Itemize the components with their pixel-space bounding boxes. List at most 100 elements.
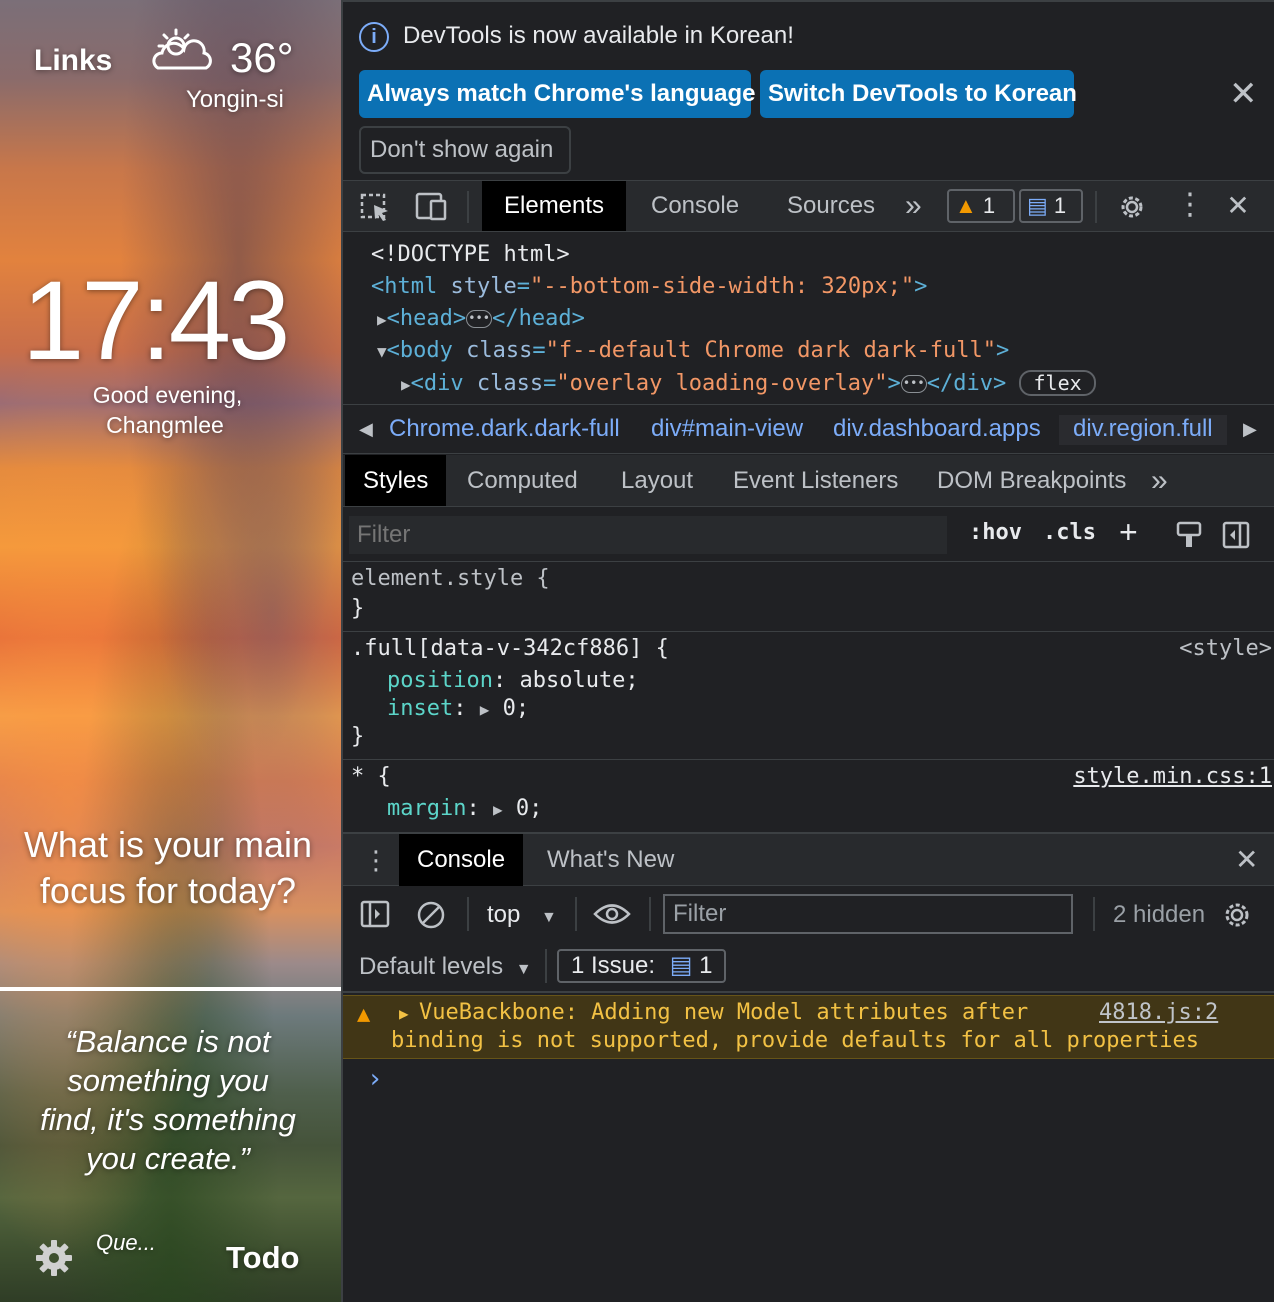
sidebar-toggle-icon[interactable]	[359, 899, 391, 929]
quote-author[interactable]: Que...	[96, 1230, 156, 1256]
close-icon[interactable]: ✕	[1229, 74, 1258, 114]
collapsed-ellipsis-icon[interactable]: •••	[466, 310, 493, 328]
links-button[interactable]: Links	[34, 44, 112, 78]
breadcrumb-item-selected[interactable]: div.region.full	[1059, 415, 1227, 445]
expand-triangle-icon[interactable]: ▶	[480, 700, 490, 719]
property-value[interactable]: absolute;	[519, 668, 638, 693]
style-declaration[interactable]: margin: ▶ 0;	[387, 796, 542, 821]
dont-show-again-button[interactable]: Don't show again	[359, 126, 571, 174]
close-devtools-icon[interactable]: ✕	[1221, 191, 1255, 223]
quote-line: you create.”	[86, 1141, 250, 1176]
warnings-counter[interactable]: ▲ 1	[947, 189, 1015, 223]
property-name[interactable]: position	[387, 668, 493, 693]
property-value[interactable]: 0;	[503, 696, 530, 721]
tab-sources[interactable]: Sources	[765, 181, 897, 231]
dom-doctype[interactable]: <!DOCTYPE html>	[371, 242, 570, 267]
style-declaration[interactable]: position: absolute;	[387, 668, 639, 693]
paint-brush-icon[interactable]	[1175, 520, 1203, 550]
tab-console[interactable]: Console	[629, 181, 761, 231]
expand-triangle-icon[interactable]: ▶	[401, 375, 411, 394]
console-prompt[interactable]: ›	[367, 1064, 383, 1094]
tab-dom-breakpoints[interactable]: DOM Breakpoints	[919, 455, 1144, 506]
scroll-left-icon[interactable]: ◀	[359, 419, 373, 440]
console-warning-message[interactable]: ▲ ▶ VueBackbone: Adding new Model attrib…	[343, 995, 1274, 1059]
expand-triangle-icon[interactable]: ▶	[493, 800, 503, 819]
collapse-triangle-icon[interactable]: ▼	[377, 342, 387, 361]
property-name[interactable]: inset	[387, 696, 453, 721]
toggle-sidebar-icon[interactable]	[1221, 520, 1251, 550]
scroll-right-icon[interactable]: ▶	[1243, 419, 1257, 440]
attr-value: "overlay loading-overlay"	[556, 371, 888, 396]
styles-filter-input[interactable]	[349, 516, 947, 554]
dom-node-div[interactable]: ▶<div class="overlay loading-overlay"> ••…	[401, 370, 1096, 396]
settings-gear-icon[interactable]	[1115, 191, 1149, 223]
infobar-message: DevTools is now available in Korean!	[403, 22, 794, 49]
more-options-icon[interactable]: ⋮	[1175, 190, 1205, 223]
drawer-tab-whats-new[interactable]: What's New	[529, 834, 692, 886]
rule-selector[interactable]: * {	[351, 764, 391, 789]
todo-button[interactable]: Todo	[226, 1240, 299, 1276]
live-expression-eye-icon[interactable]	[593, 901, 631, 927]
breadcrumb-item[interactable]: Chrome.dark.dark-full	[389, 415, 620, 443]
property-name[interactable]: margin	[387, 796, 466, 821]
console-settings-gear-icon[interactable]	[1221, 899, 1253, 931]
tab-computed[interactable]: Computed	[449, 455, 596, 506]
cls-button[interactable]: .cls	[1043, 520, 1096, 545]
rule-selector[interactable]: element.style {	[351, 566, 550, 591]
breadcrumb: ◀ Chrome.dark.dark-full div#main-view di…	[343, 404, 1274, 454]
tag-name: <div	[410, 371, 464, 396]
attr-name: class	[466, 338, 533, 363]
messages-counter[interactable]: ▤ 1	[1019, 189, 1083, 223]
breadcrumb-item[interactable]: div.dashboard.apps	[833, 415, 1041, 443]
hov-button[interactable]: :hov	[969, 520, 1022, 545]
rule-source-link[interactable]: style.min.css:1	[1073, 764, 1272, 789]
warning-text-line-2: binding is not supported, provide defaul…	[391, 1028, 1199, 1053]
drawer-menu-icon[interactable]: ⋮	[355, 834, 397, 886]
temperature[interactable]: 36°	[230, 34, 294, 82]
property-value[interactable]: 0;	[516, 796, 543, 821]
drawer-tab-console[interactable]: Console	[399, 834, 524, 886]
tab-elements[interactable]: Elements	[482, 181, 627, 231]
toolbar-divider	[1095, 191, 1097, 223]
focus-input[interactable]	[0, 987, 341, 991]
tab-layout[interactable]: Layout	[603, 455, 711, 506]
greeting-line-1: Good evening,	[92, 382, 243, 408]
tab-styles[interactable]: Styles	[345, 455, 447, 506]
issues-count: 1	[699, 952, 713, 979]
clear-console-icon[interactable]	[415, 899, 447, 931]
more-tabs-chevron-icon[interactable]: »	[1133, 455, 1186, 506]
more-tabs-chevron-icon[interactable]: »	[883, 181, 944, 231]
dom-node-body[interactable]: ▼<body class="f--default Chrome dark dar…	[377, 338, 1009, 363]
gear-icon[interactable]	[34, 1238, 74, 1278]
rule-selector[interactable]: .full[data-v-342cf886] {	[351, 636, 669, 661]
rule-source[interactable]: <style>	[1179, 636, 1272, 661]
issues-label: 1 Issue:	[571, 952, 656, 979]
new-style-rule-icon[interactable]: +	[1119, 514, 1138, 551]
expand-triangle-icon[interactable]: ▶	[377, 310, 387, 329]
weather-location[interactable]: Yongin-si	[186, 86, 284, 114]
device-toolbar-icon[interactable]	[413, 191, 449, 223]
warning-source-link[interactable]: 4818.js:2	[1099, 1000, 1218, 1025]
flex-badge[interactable]: flex	[1019, 370, 1096, 396]
tab-event-listeners[interactable]: Event Listeners	[715, 455, 916, 506]
default-levels-dropdown[interactable]: Default levels ▼	[359, 953, 532, 981]
warning-icon: ▲	[955, 193, 977, 218]
console-filter-input[interactable]: Filter	[663, 894, 1073, 934]
inspect-element-icon[interactable]	[359, 191, 393, 223]
style-declaration[interactable]: inset: ▶ 0;	[387, 696, 529, 721]
issues-button[interactable]: 1 Issue: ▤ 1	[557, 949, 727, 983]
quote: “Balance is not something you find, it's…	[10, 1022, 326, 1178]
warnings-count: 1	[982, 193, 996, 218]
breadcrumb-item[interactable]: div#main-view	[651, 415, 803, 443]
dom-node-html[interactable]: <html style="--bottom-side-width: 320px;…	[371, 274, 927, 299]
close-drawer-icon[interactable]: ✕	[1217, 834, 1274, 886]
collapsed-ellipsis-icon[interactable]: •••	[900, 375, 927, 393]
toolbar-divider	[1093, 897, 1095, 931]
dom-node-head[interactable]: ▶<head> •••</head>	[377, 306, 585, 331]
quote-line: “Balance is not	[65, 1024, 271, 1059]
context-select[interactable]: top ▼	[487, 901, 557, 929]
switch-to-korean-button[interactable]: Switch DevTools to Korean	[760, 70, 1077, 118]
always-match-language-button[interactable]: Always match Chrome's language	[359, 70, 756, 118]
expand-triangle-icon[interactable]: ▶	[399, 1004, 409, 1023]
toolbar-divider	[545, 949, 547, 983]
